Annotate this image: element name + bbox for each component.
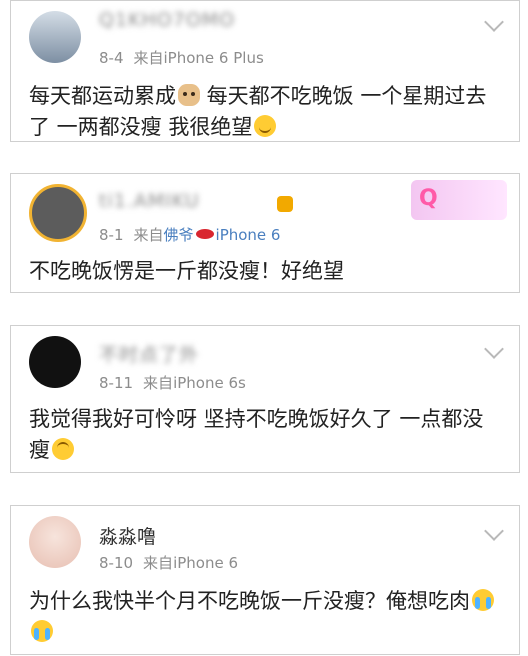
loudly-crying-face-icon [31,620,53,642]
device-prefix: 佛爷 [163,226,194,244]
avatar[interactable] [29,11,81,63]
avatar[interactable] [29,516,81,568]
comment-text: 我觉得我好可怜呀 坚持不吃晚饭好久了 一点都没瘦 [29,407,484,462]
device-name: iPhone 6s [173,374,246,392]
lips-icon [195,229,214,239]
comment-meta: 8-10 来自iPhone 6 [99,552,238,573]
username[interactable]: Q1KHO7OMO [99,9,235,31]
profile-decoration: Q [411,180,507,220]
loudly-crying-face-icon [472,589,494,611]
comment-card: ti1.AMIKU Q 8-1 来自佛爷 iPhone 6 不吃晚饭愣是一斤都没瘦！… [10,173,520,293]
comment-meta: 8-1 来自佛爷 iPhone 6 [99,224,280,245]
username[interactable]: 淼淼噜 [99,522,156,549]
comment-text: 为什么我快半个月不吃晚饭一斤没瘦？俺想吃肉 [29,586,503,648]
comment-date: 8-10 [99,554,134,572]
device-name: iPhone 6 Plus [163,49,264,67]
comment-text: 每天都运动累成 每天都不吃晚饭 一个星期过去了 一两都没瘦 我很绝望 [29,84,487,139]
dog-face-icon [178,84,200,106]
device-name: iPhone 6 [215,226,281,244]
source-prefix: 来自 [133,49,164,67]
slightly-smiling-face-icon [254,115,277,137]
comment-date: 8-4 [99,49,124,67]
chevron-down-icon[interactable] [484,12,504,32]
comment-meta: 8-4 来自iPhone 6 Plus [99,47,264,68]
comment-text: 不吃晚饭愣是一斤都没瘦！好绝望 [29,259,344,283]
source-prefix: 来自 [143,554,174,572]
comment-card: 淼淼噜 8-10 来自iPhone 6 为什么我快半个月不吃晚饭一斤没瘦？俺想吃肉 [10,505,520,655]
comment-card: Q1KHO7OMO 8-4 来自iPhone 6 Plus 每天都运动累成 每天都… [10,0,520,142]
device-name: iPhone 6 [173,554,239,572]
source-prefix: 来自 [143,374,174,392]
comment-card: 不时点了外 8-11 来自iPhone 6s 我觉得我好可怜呀 坚持不吃晚饭好久了… [10,325,520,473]
username[interactable]: 不时点了外 [99,340,199,367]
upside-down-face-icon [52,438,74,460]
source-prefix: 来自 [133,226,164,244]
username[interactable]: ti1.AMIKU [99,190,200,212]
avatar[interactable] [29,184,87,242]
avatar[interactable] [29,336,81,388]
chevron-down-icon[interactable] [484,521,504,541]
comment-date: 8-11 [99,374,134,392]
chevron-down-icon[interactable] [484,339,504,359]
comment-date: 8-1 [99,226,124,244]
comment-meta: 8-11 来自iPhone 6s [99,372,246,393]
vip-badge-icon [277,196,293,212]
